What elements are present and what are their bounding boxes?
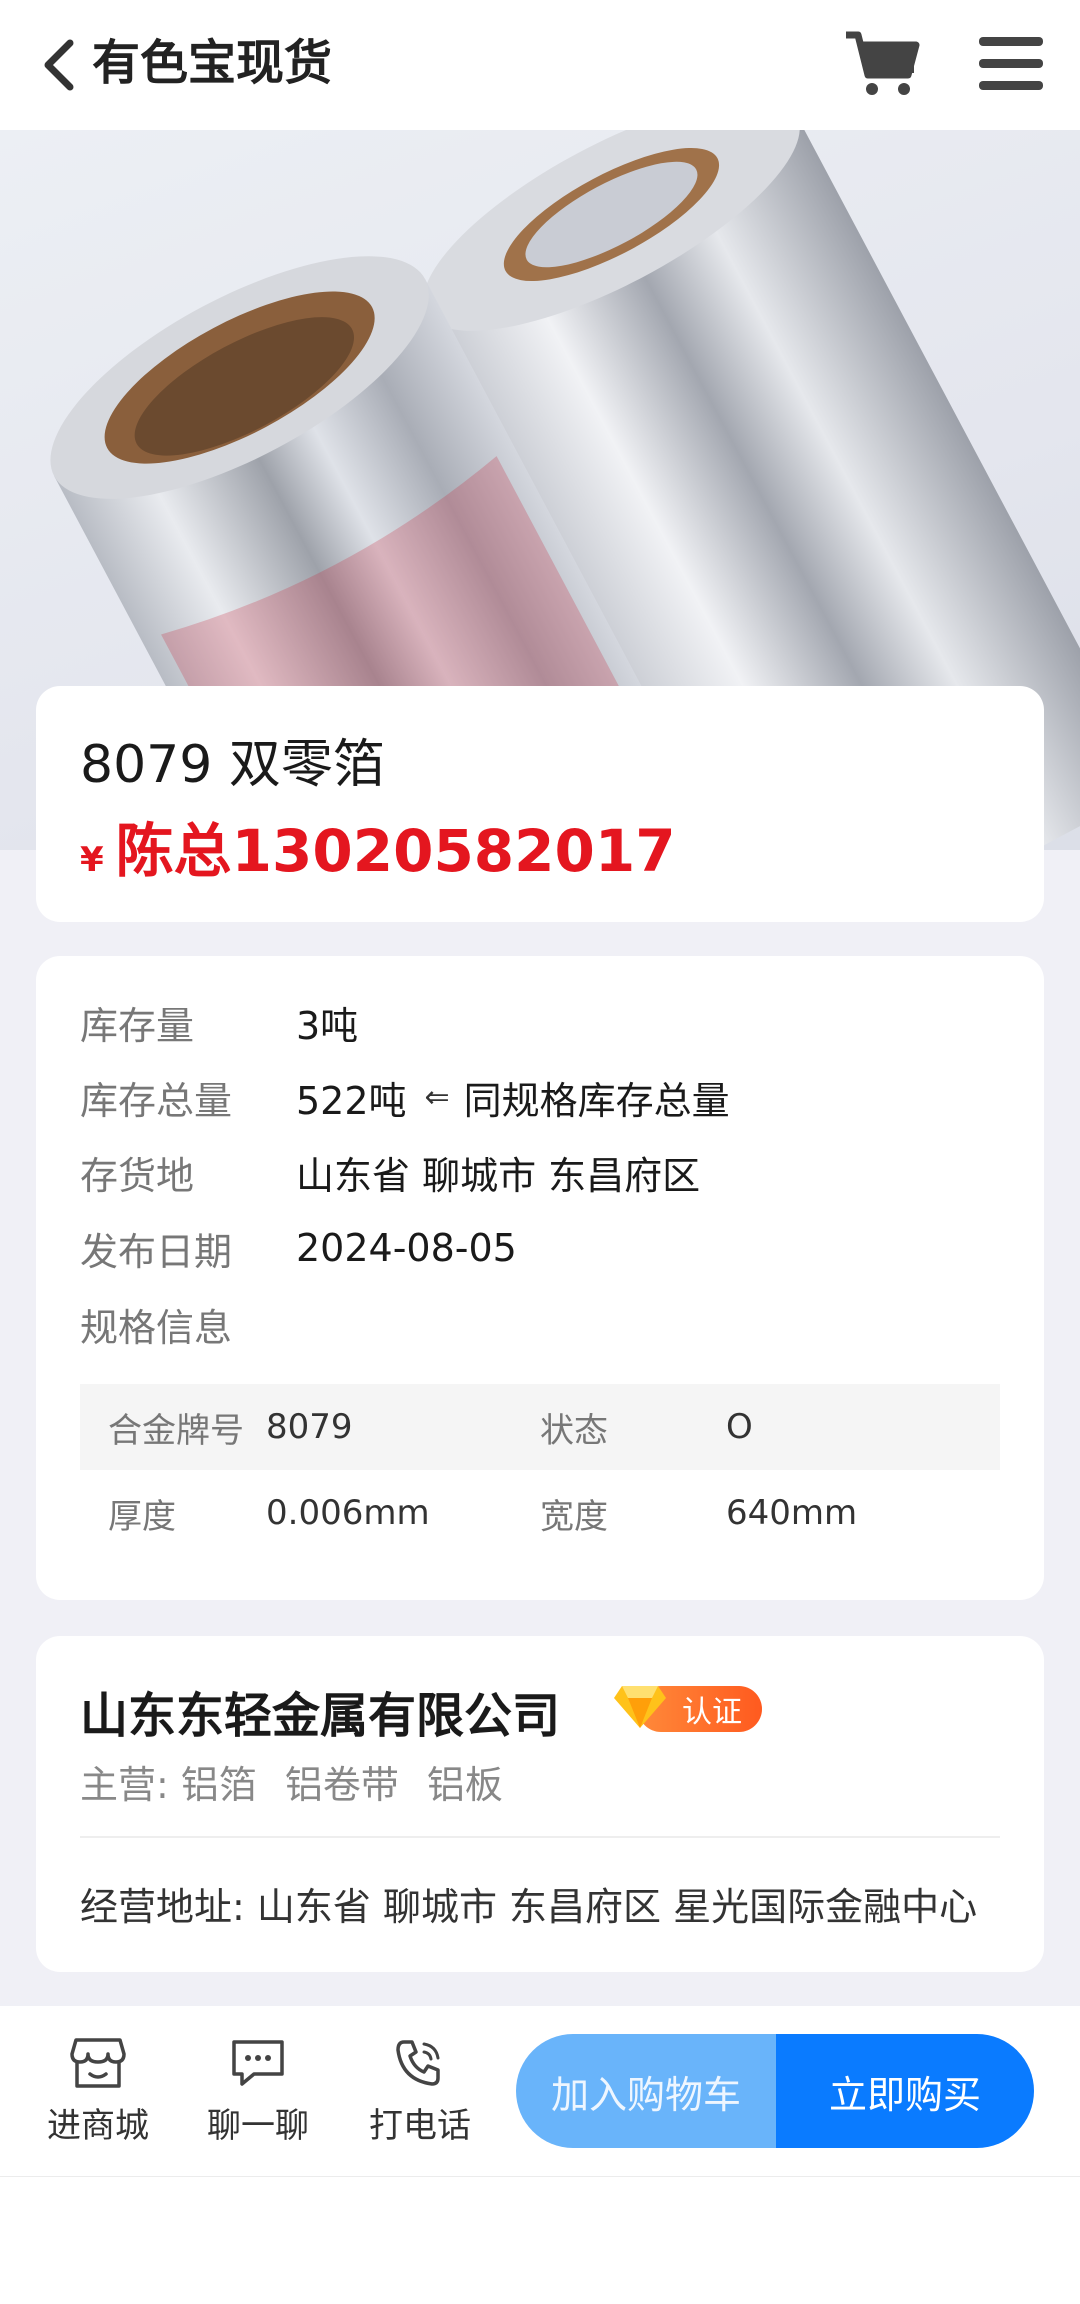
stock-value: 3吨	[296, 1003, 359, 1048]
product-title-card: 8079 双零箔 ¥ 陈总13020582017	[36, 686, 1044, 922]
stock-label: 库存量	[80, 1003, 195, 1048]
company-card[interactable]: 山东东轻金属有限公司 认证 主营: 铝箔 铝卷带 铝板 经营地址: 山东省 聊城…	[36, 1636, 1044, 1972]
add-to-cart-button[interactable]: 加入购物车	[516, 2034, 776, 2148]
product-info-card: 库存量 3吨 库存总量 522吨 ⇐ 同规格库存总量 存货地 山东省 聊城市 东…	[36, 956, 1044, 1600]
spec-value: 8079	[266, 1407, 353, 1447]
total-stock-value: 522吨	[296, 1078, 407, 1123]
spec-label: 规格信息	[80, 1305, 233, 1350]
store-button[interactable]: 进商城	[28, 2036, 168, 2156]
business-tag: 铝板	[426, 1763, 503, 1807]
location-value: 山东省 聊城市 东昌府区	[296, 1153, 701, 1198]
page-title: 有色宝现货	[92, 35, 333, 91]
info-row-date: 发布日期 2024-08-05	[80, 1218, 517, 1278]
cart-button[interactable]	[842, 26, 922, 102]
company-name: 山东东轻金属有限公司	[80, 1688, 561, 1744]
total-stock-label: 库存总量	[80, 1078, 233, 1123]
product-name: 8079 双零箔	[80, 735, 385, 795]
store-icon	[70, 2038, 126, 2088]
chat-button[interactable]: 聊一聊	[188, 2036, 328, 2156]
left-double-arrow-icon: ⇐	[424, 1079, 450, 1115]
chat-bubble-icon	[232, 2040, 284, 2086]
currency-symbol: ¥	[80, 840, 104, 880]
spec-value: 0.006mm	[266, 1493, 430, 1533]
top-nav-bar: 有色宝现货	[0, 0, 1080, 130]
call-label: 打电话	[369, 2106, 471, 2146]
price-contact: 陈总13020582017	[115, 817, 676, 885]
company-address: 经营地址: 山东省 聊城市 东昌府区 星光国际金融中心	[80, 1885, 978, 1929]
info-row-total-stock[interactable]: 库存总量 522吨 ⇐ 同规格库存总量	[80, 1067, 730, 1127]
hamburger-menu-icon	[979, 37, 1043, 90]
spec-table: 合金牌号 8079 状态 O 厚度 0.006mm 宽度 640mm	[80, 1384, 1000, 1556]
shopping-cart-icon	[846, 31, 920, 95]
phone-icon	[396, 2040, 440, 2086]
diamond-icon	[614, 1686, 666, 1728]
buy-now-button[interactable]: 立即购买	[776, 2034, 1034, 2148]
location-label: 存货地	[80, 1153, 195, 1198]
business-tag: 铝卷带	[284, 1763, 399, 1807]
bottom-safe-area	[0, 2176, 1080, 2304]
cta-button-group: 加入购物车 立即购买	[516, 2034, 1034, 2148]
info-row-location: 存货地 山东省 聊城市 东昌府区	[80, 1142, 700, 1202]
back-button[interactable]	[28, 30, 88, 100]
business-tag: 铝箔	[180, 1763, 257, 1807]
call-button[interactable]: 打电话	[350, 2036, 490, 2156]
divider	[80, 1836, 1000, 1838]
date-value: 2024-08-05	[296, 1226, 517, 1270]
info-row-spec: 规格信息	[80, 1294, 296, 1354]
main-business-label: 主营:	[80, 1763, 169, 1807]
menu-button[interactable]	[976, 30, 1046, 96]
chat-label: 聊一聊	[207, 2106, 309, 2146]
table-row: 合金牌号 8079 状态 O	[80, 1384, 1000, 1470]
spec-key: 宽度	[540, 1496, 608, 1537]
store-label: 进商城	[47, 2106, 149, 2146]
table-row: 厚度 0.006mm 宽度 640mm	[80, 1470, 1000, 1556]
spec-key: 状态	[540, 1410, 608, 1451]
total-stock-note: 同规格库存总量	[463, 1078, 730, 1123]
spec-value: O	[726, 1407, 753, 1447]
info-row-stock: 库存量 3吨	[80, 992, 358, 1052]
date-label: 发布日期	[80, 1229, 233, 1274]
chevron-left-icon	[44, 39, 74, 91]
main-business: 主营: 铝箔 铝卷带 铝板	[80, 1754, 503, 1809]
verified-badge: 认证	[612, 1682, 762, 1732]
bottom-action-bar: 进商城 聊一聊 打电话 加入购物车 立即购买	[0, 2006, 1080, 2176]
price-row: ¥ 陈总13020582017	[80, 804, 676, 888]
spec-value: 640mm	[726, 1493, 858, 1533]
spec-key: 合金牌号	[108, 1410, 244, 1451]
spec-key: 厚度	[108, 1496, 176, 1537]
